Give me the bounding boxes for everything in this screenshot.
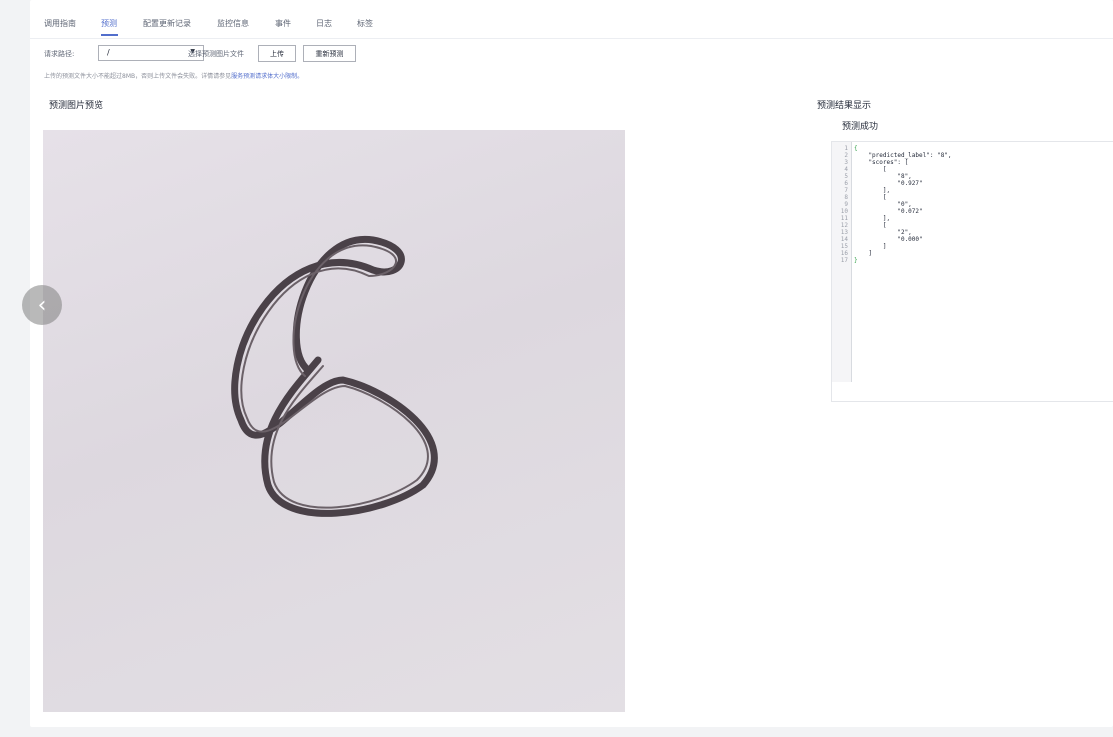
preview-image (43, 130, 625, 712)
active-tab-indicator (101, 34, 118, 36)
result-title: 预测结果显示 (817, 101, 872, 111)
upload-hint-text: 上传的预测文件大小不能超过8MB，否则上传文件会失败。详情请参见 (44, 73, 232, 80)
repredict-button[interactable]: 重新预测 (303, 45, 356, 62)
upload-button[interactable]: 上传 (258, 45, 296, 62)
request-path-label: 请求路径: (44, 50, 75, 58)
handwritten-digit-image (231, 236, 438, 517)
tab-tags[interactable]: 标签 (357, 18, 373, 29)
result-status: 预测成功 (842, 122, 879, 132)
tab-bar: 调用指南 预测 配置更新记录 监控信息 事件 日志 标签 (30, 0, 1113, 39)
request-path-value: / (107, 48, 110, 57)
tab-monitoring[interactable]: 监控信息 (217, 18, 249, 29)
tab-events[interactable]: 事件 (275, 18, 291, 29)
json-result-editor[interactable]: 1{2 "predicted_label": "8", 3 "scores": [… (831, 141, 1113, 402)
tab-guide[interactable]: 调用指南 (44, 18, 76, 29)
tab-config-history[interactable]: 配置更新记录 (143, 18, 191, 29)
code-line: } (854, 257, 858, 264)
main-card: 调用指南 预测 配置更新记录 监控信息 事件 日志 标签 请求路径: / ▼ 选… (22, 0, 1113, 727)
upload-hint: 上传的预测文件大小不能超过8MB，否则上传文件会失败。详情请参见服务预测请求体大… (44, 71, 303, 80)
tab-predict[interactable]: 预测 (101, 18, 117, 29)
preview-title: 预测图片预览 (49, 101, 104, 111)
chevron-left-icon[interactable]: ‹ (22, 285, 62, 325)
tab-logs[interactable]: 日志 (316, 18, 332, 29)
size-limit-link[interactable]: 服务预测请求体大小限制。 (231, 73, 303, 80)
select-file-label: 选择预测图片文件 (188, 50, 244, 58)
line-number: 17 (840, 257, 848, 264)
